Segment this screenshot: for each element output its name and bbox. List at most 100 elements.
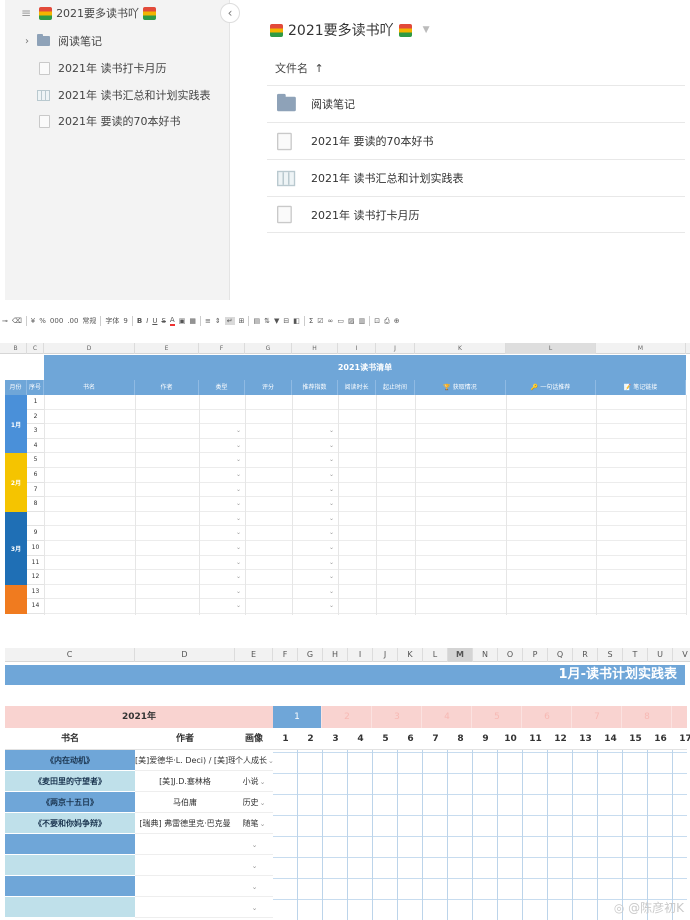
book-author[interactable]: [美]爱德华·L. Deci) / [美]理查德·弗 (135, 750, 235, 771)
table-row[interactable]: ⌄ ⌄ (44, 526, 686, 541)
book-title[interactable]: 《麦田里的守望者》 (5, 771, 135, 792)
type-dropdown-icon[interactable]: ⌄ (236, 427, 241, 434)
table-row[interactable]: ⌄ ⌄ (44, 599, 686, 614)
table-row[interactable]: ⌄ ⌄ (44, 512, 686, 527)
table-row[interactable]: ⌄ ⌄ (44, 570, 686, 585)
table-row[interactable]: ⌄ ⌄ (44, 483, 686, 498)
month-block[interactable]: 1月 (5, 395, 27, 454)
header-cell[interactable]: 类型 (199, 380, 245, 395)
thousands-button[interactable]: 000 (50, 317, 63, 325)
type-dropdown-icon[interactable]: ⌄ (236, 500, 241, 507)
column-header-l[interactable]: L (506, 343, 596, 354)
checkbox-icon[interactable]: ☑ (317, 317, 323, 325)
book-author[interactable] (135, 876, 235, 897)
column-header-b[interactable]: B (5, 343, 27, 354)
folder-title[interactable]: 2021要多读书吖 ▼ (270, 20, 430, 40)
book-author[interactable]: [美]J.D.塞林格 (135, 771, 235, 792)
book-author[interactable]: [瑞典] 弗雷德里克·巴克曼 (135, 813, 235, 834)
column-header-s[interactable]: S (598, 648, 623, 662)
filename-column-header[interactable]: 文件名 ↑ (275, 60, 324, 76)
fill-color-icon[interactable]: ▣ (179, 317, 186, 325)
column-header-f[interactable]: F (199, 343, 245, 354)
column-header-l[interactable]: L (423, 648, 448, 662)
column-header-k[interactable]: K (398, 648, 423, 662)
rating-dropdown-icon[interactable]: ⌄ (329, 515, 334, 522)
sidebar-item-calendar[interactable]: 2021年 读书打卡月历 (39, 57, 167, 79)
table-row[interactable] (44, 395, 686, 410)
font-color-button[interactable]: A (169, 316, 175, 326)
column-header-i[interactable]: I (338, 343, 376, 354)
book-row[interactable]: 《不要和你妈争辩》 [瑞典] 弗雷德里克·巴克曼 随笔⌄ (5, 813, 687, 834)
type-dropdown-icon[interactable]: ⌄ (236, 486, 241, 493)
type-dropdown-icon[interactable]: ⌄ (236, 471, 241, 478)
rating-dropdown-icon[interactable]: ⌄ (329, 573, 334, 580)
month-number[interactable]: 7 (573, 706, 622, 728)
header-cell[interactable]: 月份 (5, 380, 27, 395)
month-number[interactable]: 6 (523, 706, 572, 728)
book-row[interactable]: ⌄ (5, 855, 687, 876)
rating-dropdown-icon[interactable]: ⌄ (329, 471, 334, 478)
column-header-o[interactable]: O (498, 648, 523, 662)
book-row[interactable]: 《麦田里的守望者》 [美]J.D.塞林格 小说⌄ (5, 771, 687, 792)
strikethrough-button[interactable]: S (161, 317, 165, 325)
menu-icon[interactable]: ≡ (21, 6, 31, 20)
header-cell[interactable]: 📝 笔记链接 (596, 380, 686, 395)
type-dropdown-icon[interactable]: ⌄ (236, 573, 241, 580)
header-cell[interactable]: 🏆 获取情况 (415, 380, 506, 395)
book-type[interactable]: ⌄ (235, 834, 273, 855)
table-row[interactable] (44, 410, 686, 425)
currency-button[interactable]: ¥ (31, 317, 35, 325)
type-dropdown-icon[interactable]: ⌄ (236, 456, 241, 463)
column-header-j[interactable]: J (373, 648, 398, 662)
column-header-d[interactable]: D (44, 343, 135, 354)
book-title[interactable]: 《不要和你妈争辩》 (5, 813, 135, 834)
book-type[interactable]: ⌄ (235, 897, 273, 918)
table-row[interactable]: ⌄ ⌄ (44, 424, 686, 439)
dropdown-icon[interactable]: ⌄ (252, 841, 258, 849)
sidebar-root[interactable]: ≡ 2021要多读书吖 (21, 2, 157, 24)
rating-dropdown-icon[interactable]: ⌄ (329, 529, 334, 536)
column-header-h[interactable]: H (292, 343, 338, 354)
column-header-e[interactable]: E (235, 648, 273, 662)
more-icon[interactable]: ⊕ (394, 317, 400, 325)
rating-dropdown-icon[interactable]: ⌄ (329, 559, 334, 566)
month-number[interactable]: 2 (323, 706, 372, 728)
type-dropdown-icon[interactable]: ⌄ (236, 544, 241, 551)
book-row[interactable]: ⌄ (5, 834, 687, 855)
rating-dropdown-icon[interactable]: ⌄ (329, 588, 334, 595)
type-dropdown-icon[interactable]: ⌄ (236, 515, 241, 522)
file-row-calendar[interactable]: 2021年 读书打卡月历 (267, 196, 685, 233)
header-cell[interactable]: 推荐指数 (292, 380, 338, 395)
freeze-icon[interactable]: ▤ (253, 317, 260, 325)
wrap-icon[interactable]: ↵ (224, 317, 235, 325)
rating-dropdown-icon[interactable]: ⌄ (329, 442, 334, 449)
book-title[interactable] (5, 897, 135, 918)
month-block[interactable]: 3月 (5, 511, 27, 585)
header-cell[interactable]: 序号 (27, 380, 44, 395)
book-type[interactable]: ⌄ (235, 855, 273, 876)
header-cell[interactable]: 起止时间 (376, 380, 415, 395)
column-header-r[interactable]: R (573, 648, 598, 662)
link-icon[interactable]: ∞ (328, 317, 334, 325)
column-header-m[interactable]: M (448, 648, 473, 662)
format-painter-icon[interactable]: ⊸ (2, 317, 8, 325)
file-row-reading-notes[interactable]: 阅读笔记 (267, 85, 685, 122)
decimal-button[interactable]: .00 (67, 317, 78, 325)
align-icon[interactable]: ≡ (205, 317, 211, 325)
border-icon[interactable]: ▦ (189, 317, 196, 325)
sum-button[interactable]: Σ (309, 317, 313, 325)
column-header-m[interactable]: M (596, 343, 686, 354)
condition-icon[interactable]: ◧ (293, 317, 300, 325)
print-icon[interactable]: ⎙ (384, 317, 390, 326)
caret-down-icon[interactable]: ▼ (423, 25, 430, 35)
column-header-t[interactable]: T (623, 648, 648, 662)
month-number[interactable]: 1 (273, 706, 322, 728)
chart-icon[interactable]: ▥ (359, 317, 366, 325)
dropdown-icon[interactable]: ⌄ (268, 757, 273, 765)
month-number[interactable]: 5 (473, 706, 522, 728)
book-author[interactable] (135, 834, 235, 855)
book-type[interactable]: ⌄ (235, 876, 273, 897)
sidebar-item-70-books[interactable]: 2021年 要读的70本好书 (39, 110, 181, 132)
book-title[interactable] (5, 855, 135, 876)
file-row-70-books[interactable]: 2021年 要读的70本好书 (267, 122, 685, 159)
